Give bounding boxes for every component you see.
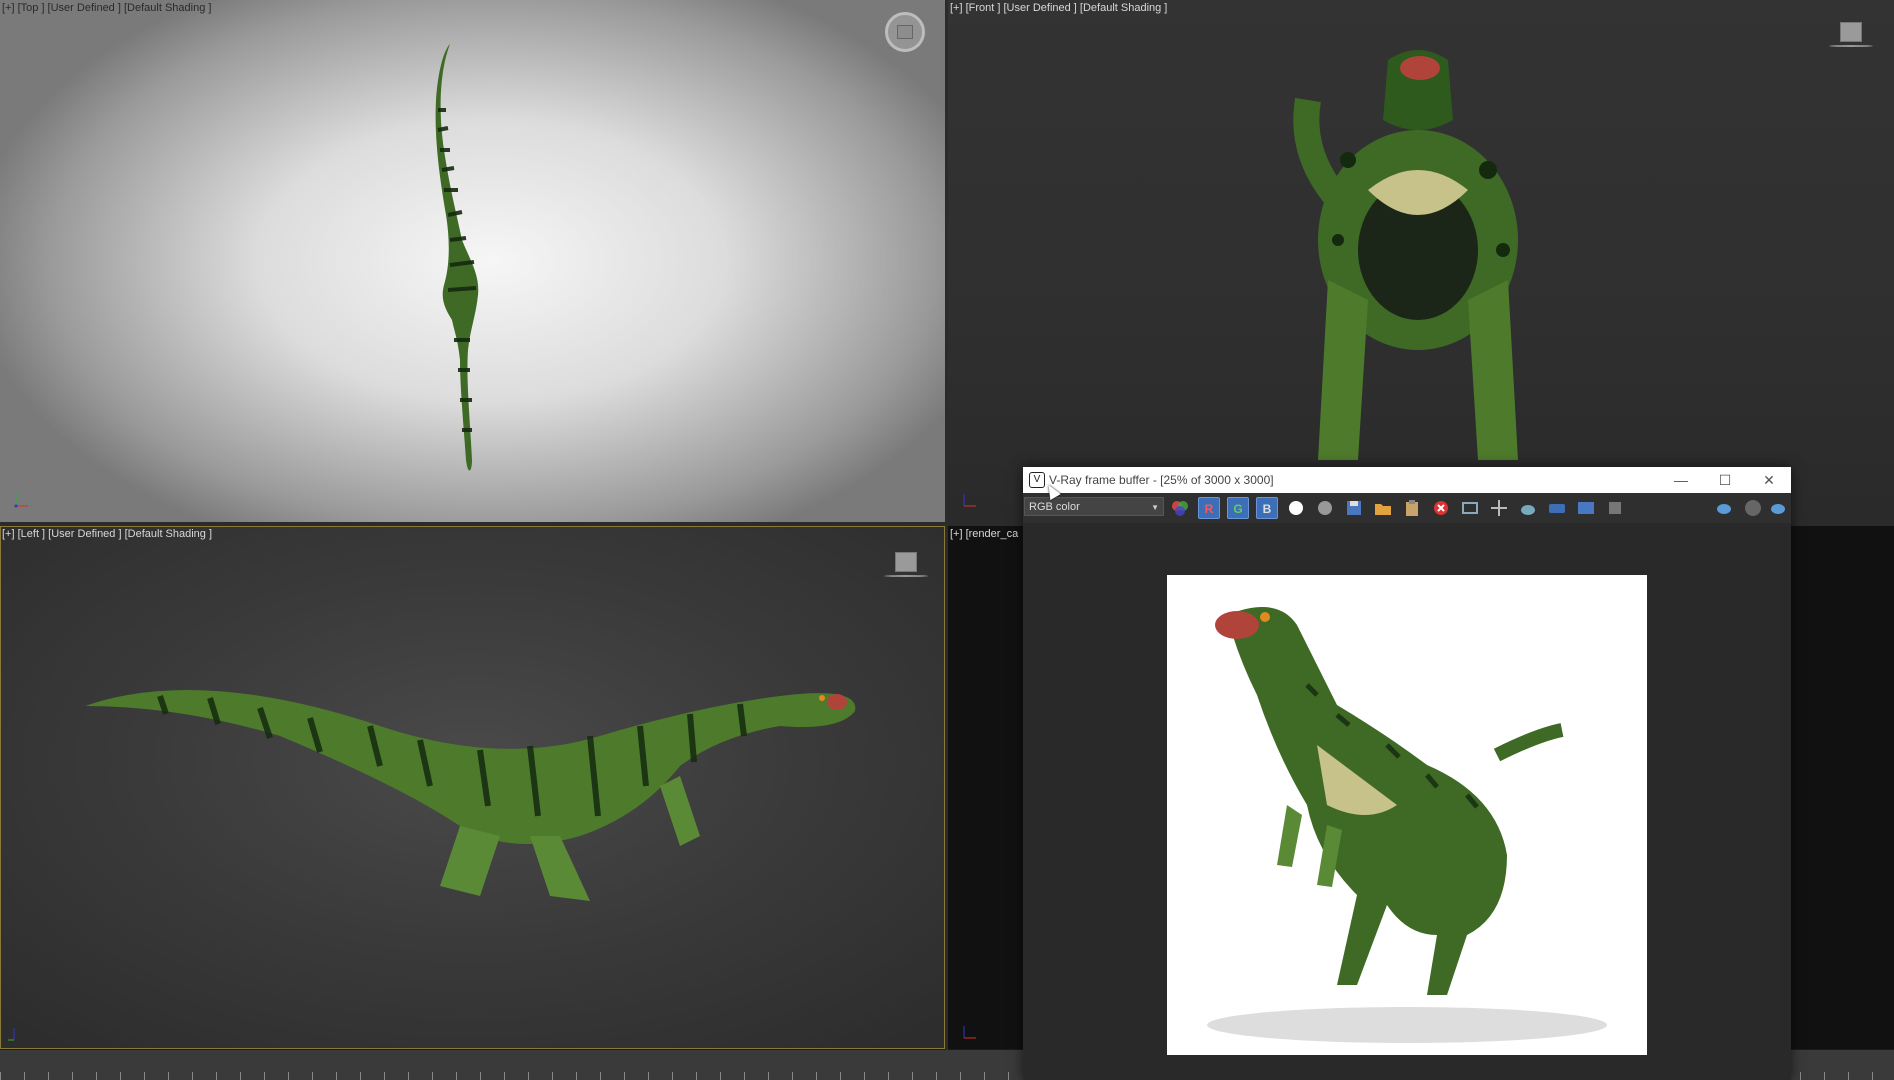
clear-image-icon[interactable] <box>1430 497 1452 519</box>
viewport-camera-label[interactable]: [+] [render_ca <box>950 528 1018 540</box>
save-icon[interactable] <box>1343 497 1365 519</box>
green-channel-button[interactable]: G <box>1227 497 1249 519</box>
maximize-button[interactable]: ☐ <box>1703 467 1747 493</box>
chevron-down-icon: ▼ <box>1151 503 1159 512</box>
viewcube-front[interactable] <box>1829 22 1873 47</box>
clipboard-icon[interactable] <box>1401 497 1423 519</box>
rendered-dinosaur <box>1207 607 1607 1043</box>
creature-front-view <box>1293 50 1518 460</box>
teapot-render-icon[interactable] <box>1517 497 1539 519</box>
color-channels-icon[interactable] <box>1169 497 1191 519</box>
camera-axis-gizmo <box>958 1010 992 1044</box>
channel-select[interactable]: RGB color ▼ <box>1024 497 1164 516</box>
lens-effects-icon[interactable] <box>1546 497 1568 519</box>
channel-select-value: RGB color <box>1029 501 1080 513</box>
zoom-percent-icon[interactable] <box>1575 497 1597 519</box>
open-folder-icon[interactable] <box>1372 497 1394 519</box>
region-render-icon[interactable] <box>1459 497 1481 519</box>
stop-render-icon[interactable] <box>1742 497 1764 519</box>
red-channel-button[interactable]: R <box>1198 497 1220 519</box>
minimize-button[interactable]: — <box>1659 467 1703 493</box>
track-mouse-icon[interactable] <box>1488 497 1510 519</box>
viewport-front[interactable]: [+] [Front ] [User Defined ] [Default Sh… <box>948 0 1894 522</box>
creature-top-view <box>435 44 479 471</box>
viewport-left[interactable]: [+] [Left ] [User Defined ] [Default Sha… <box>0 526 945 1049</box>
front-axis-gizmo <box>958 478 992 512</box>
left-axis-gizmo <box>4 1012 38 1046</box>
viewport-top[interactable]: [+] [Top ] [User Defined ] [Default Shad… <box>0 0 945 522</box>
blue-channel-button[interactable]: B <box>1256 497 1278 519</box>
vfb-title: V-Ray frame buffer - [25% of 3000 x 3000… <box>1049 473 1274 487</box>
viewcube-left[interactable] <box>884 552 928 577</box>
vfb-canvas[interactable] <box>1023 523 1791 1080</box>
gray-circle-icon[interactable] <box>1314 497 1336 519</box>
viewport-top-label[interactable]: [+] [Top ] [User Defined ] [Default Shad… <box>2 2 211 14</box>
vray-frame-buffer-window[interactable]: V V-Ray frame buffer - [25% of 3000 x 30… <box>1023 467 1791 1080</box>
rendered-image <box>1167 575 1647 1055</box>
creature-left-view <box>85 690 856 901</box>
vray-logo-icon: V <box>1029 472 1045 488</box>
vfb-toolbar: RGB color ▼ R G B <box>1023 493 1791 523</box>
pixel-info-icon[interactable] <box>1604 497 1626 519</box>
interactive-render-icon[interactable] <box>1767 497 1789 519</box>
vfb-title-bar[interactable]: V V-Ray frame buffer - [25% of 3000 x 30… <box>1023 467 1791 493</box>
close-button[interactable]: ✕ <box>1747 467 1791 493</box>
render-teapot-icon[interactable] <box>1713 497 1735 519</box>
viewcube-top[interactable] <box>885 12 925 52</box>
top-axis-gizmo <box>10 478 44 512</box>
viewport-left-label[interactable]: [+] [Left ] [User Defined ] [Default Sha… <box>2 528 212 540</box>
white-circle-icon[interactable] <box>1285 497 1307 519</box>
viewport-front-label[interactable]: [+] [Front ] [User Defined ] [Default Sh… <box>950 2 1167 14</box>
